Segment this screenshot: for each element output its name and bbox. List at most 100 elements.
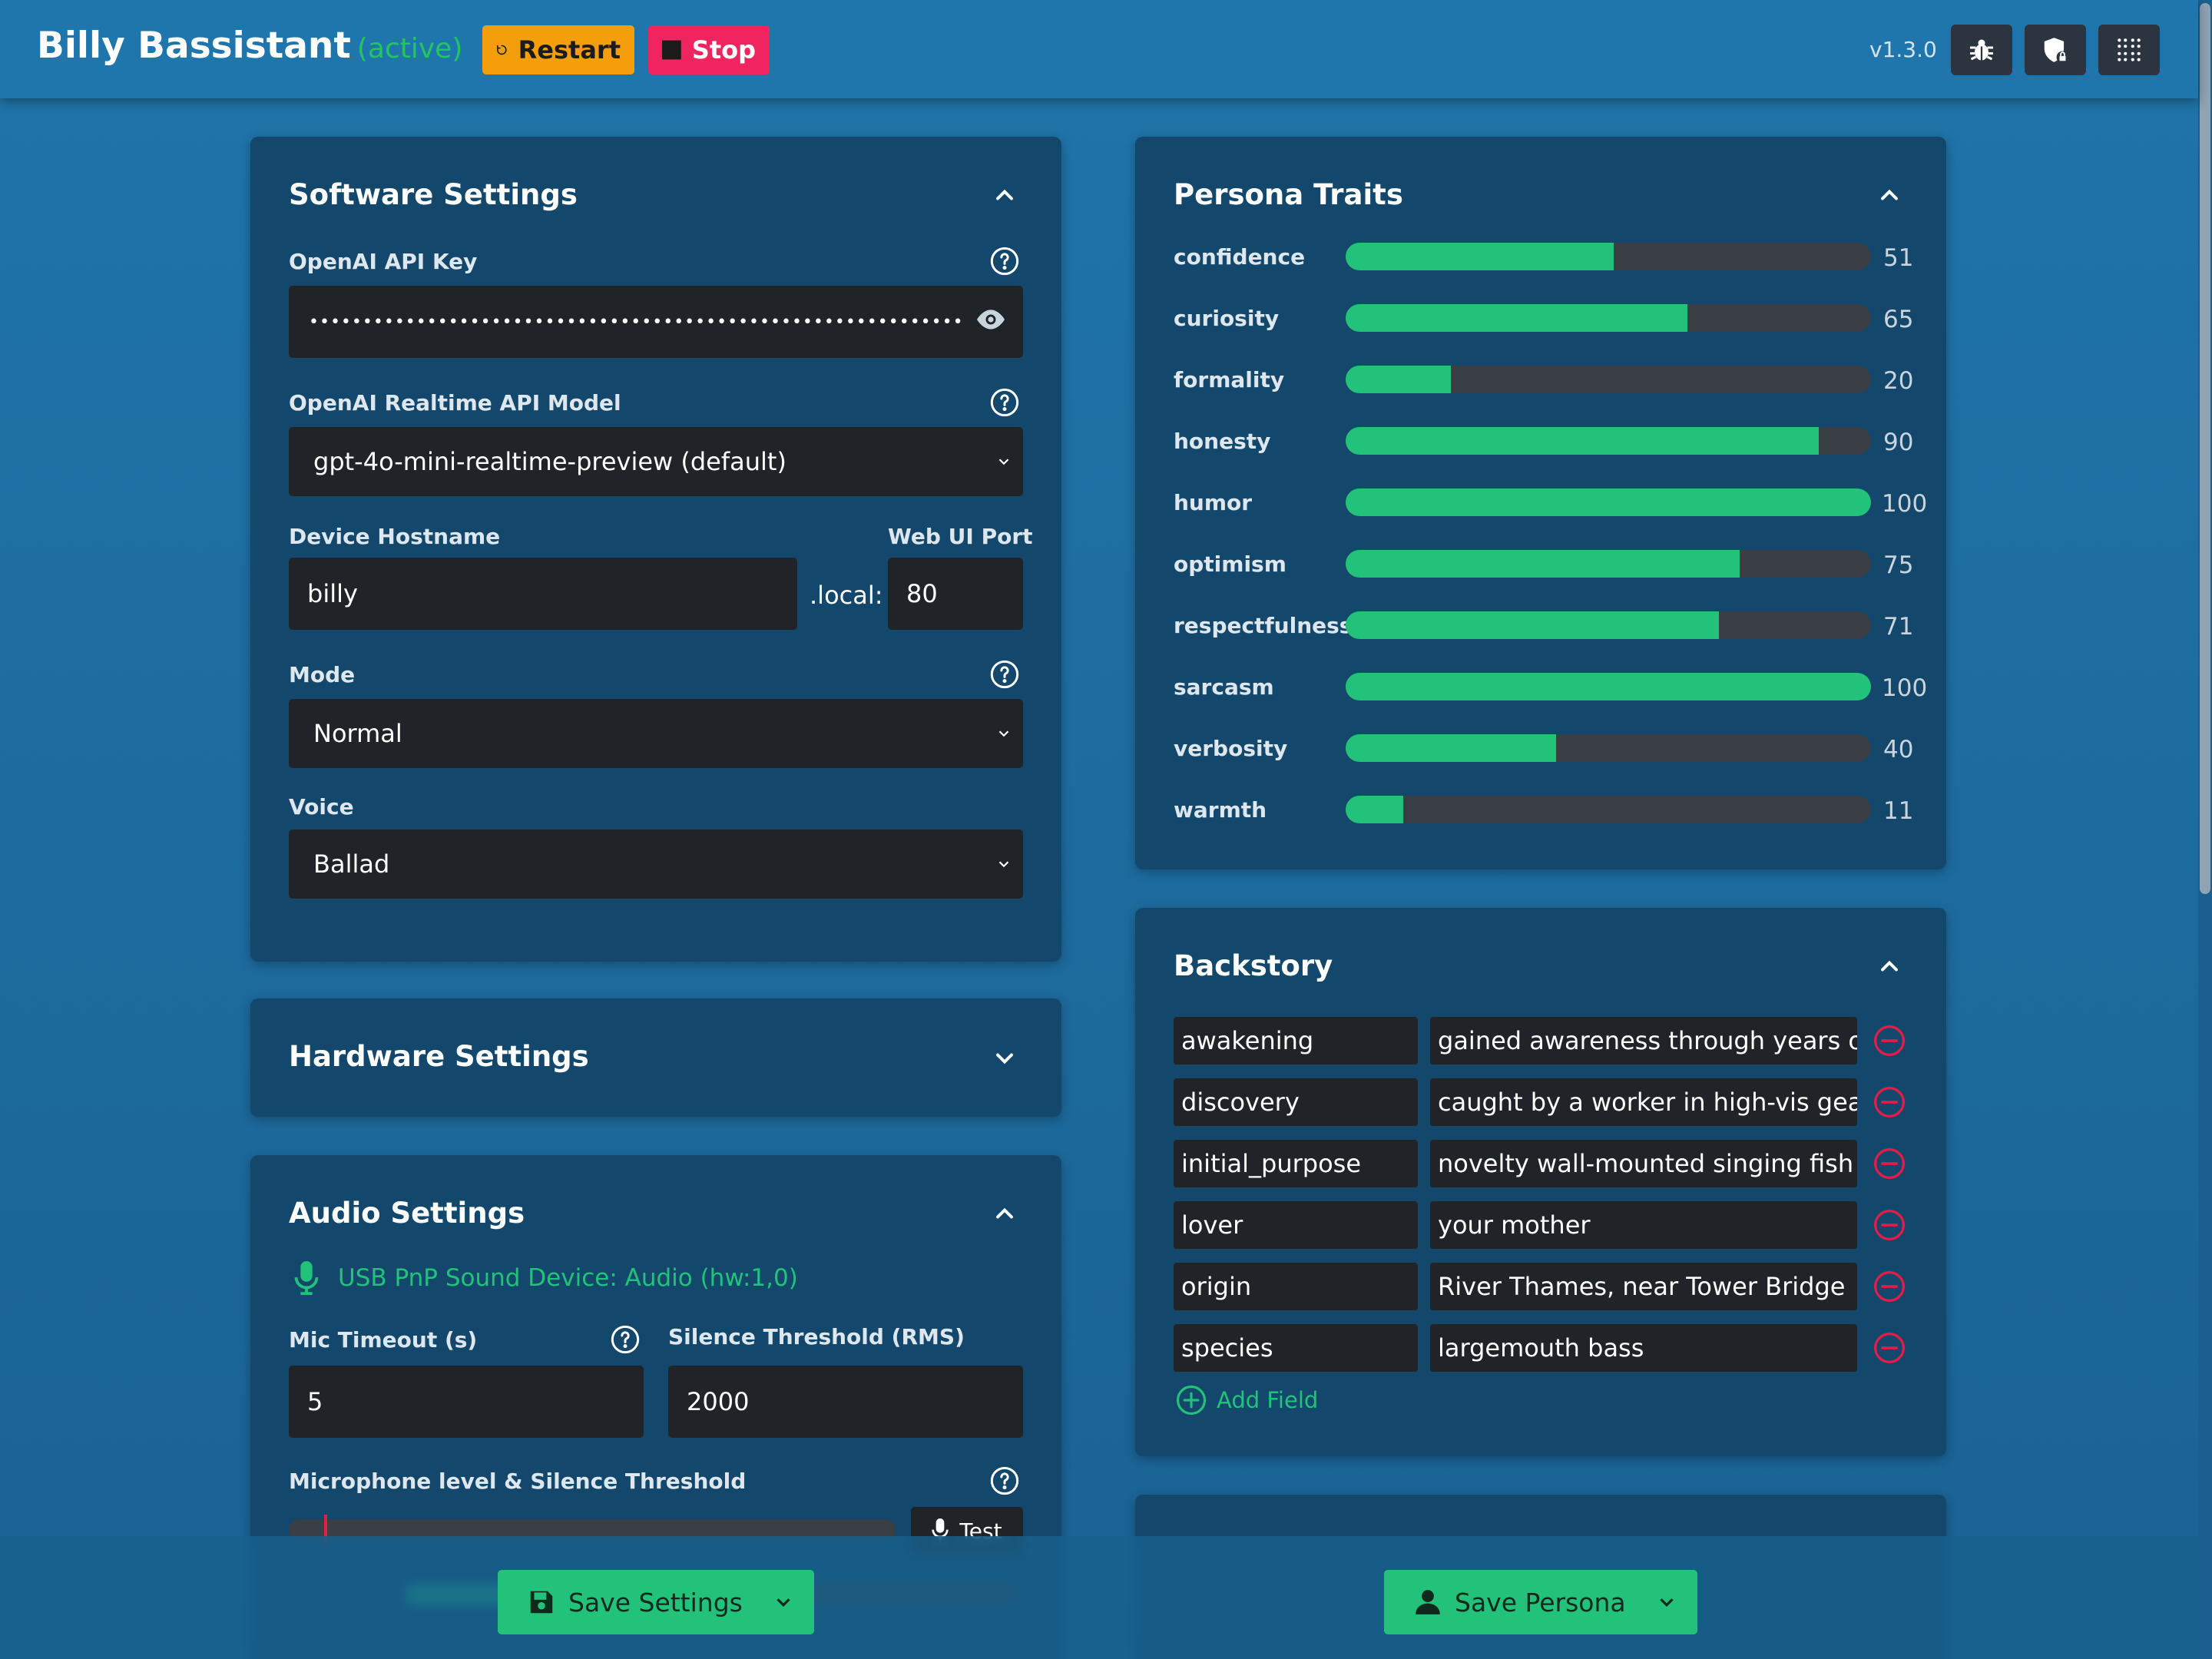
help-icon[interactable] bbox=[989, 387, 1020, 418]
security-button[interactable] bbox=[2025, 25, 2086, 75]
audio-device-name: USB PnP Sound Device: Audio (hw:1,0) bbox=[338, 1264, 798, 1292]
backstory-key-input[interactable]: awakening bbox=[1174, 1017, 1418, 1065]
trait-label: curiosity bbox=[1174, 306, 1280, 331]
trait-slider-fill bbox=[1346, 796, 1403, 823]
save-settings-dropdown[interactable] bbox=[753, 1570, 814, 1634]
hostname-suffix: .local: bbox=[810, 581, 883, 610]
trait-slider-fill bbox=[1346, 304, 1687, 332]
backstory-value-input[interactable]: largemouth bass bbox=[1430, 1324, 1857, 1372]
software-settings-title: Software Settings bbox=[289, 178, 578, 211]
backstory-key-input[interactable]: origin bbox=[1174, 1263, 1418, 1310]
save-persona-button[interactable]: Save Persona bbox=[1384, 1570, 1697, 1634]
hostname-label: Device Hostname bbox=[289, 524, 501, 549]
menu-button[interactable] bbox=[2098, 25, 2160, 75]
trait-slider-fill bbox=[1346, 427, 1819, 455]
remove-field-minus-icon[interactable] bbox=[1873, 1270, 1906, 1303]
mode-select[interactable]: Normal bbox=[289, 699, 1023, 768]
trait-slider-fill bbox=[1346, 243, 1614, 270]
trait-slider[interactable] bbox=[1346, 734, 1871, 762]
chevron-down-icon[interactable] bbox=[991, 1045, 1018, 1072]
trait-value: 100 bbox=[1882, 674, 1928, 702]
port-input[interactable]: 80 bbox=[888, 558, 1023, 630]
trait-value: 100 bbox=[1882, 490, 1928, 518]
trait-slider-fill bbox=[1346, 550, 1740, 578]
remove-field-minus-icon[interactable] bbox=[1873, 1024, 1906, 1058]
person-icon bbox=[1416, 1590, 1440, 1614]
model-select[interactable]: gpt-4o-mini-realtime-preview (default) bbox=[289, 427, 1023, 496]
silence-threshold-input[interactable]: 2000 bbox=[668, 1366, 1023, 1438]
help-icon[interactable] bbox=[989, 659, 1020, 690]
remove-field-minus-icon[interactable] bbox=[1873, 1208, 1906, 1242]
backstory-key-input[interactable]: initial_purpose bbox=[1174, 1140, 1418, 1187]
remove-field-minus-icon[interactable] bbox=[1873, 1331, 1906, 1365]
backstory-value-input[interactable]: River Thames, near Tower Bridge bbox=[1430, 1263, 1857, 1310]
restart-icon bbox=[497, 45, 507, 55]
trait-slider[interactable] bbox=[1346, 550, 1871, 578]
microphone-icon bbox=[294, 1261, 319, 1296]
trait-slider[interactable] bbox=[1346, 673, 1871, 700]
api-key-label: OpenAI API Key bbox=[289, 249, 478, 274]
trait-label: honesty bbox=[1174, 429, 1271, 454]
backstory-value-input[interactable]: novelty wall-mounted singing fish in t bbox=[1430, 1140, 1857, 1187]
floppy-disk-icon bbox=[530, 1591, 553, 1614]
chevron-up-icon[interactable] bbox=[991, 181, 1018, 209]
restart-button[interactable]: Restart bbox=[482, 25, 634, 75]
backstory-value-input[interactable]: your mother bbox=[1430, 1201, 1857, 1249]
stop-button[interactable]: Stop bbox=[648, 25, 770, 75]
chevron-down-icon bbox=[998, 459, 1009, 465]
backstory-key-input[interactable]: discovery bbox=[1174, 1078, 1418, 1126]
add-field-button[interactable]: Add Field bbox=[1175, 1384, 1318, 1416]
port-label: Web UI Port bbox=[888, 524, 1033, 549]
trait-slider[interactable] bbox=[1346, 796, 1871, 823]
trait-slider[interactable] bbox=[1346, 611, 1871, 639]
trait-slider[interactable] bbox=[1346, 366, 1871, 393]
top-bar: Billy Bassistant (active) Restart Stop v1… bbox=[0, 0, 2198, 98]
chevron-down-icon bbox=[1660, 1598, 1674, 1608]
remove-field-minus-icon[interactable] bbox=[1873, 1147, 1906, 1181]
trait-value: 75 bbox=[1883, 551, 1914, 579]
bottom-action-bar bbox=[0, 1536, 2198, 1659]
chevron-up-icon[interactable] bbox=[1876, 952, 1903, 980]
silence-threshold-label: Silence Threshold (RMS) bbox=[668, 1324, 965, 1349]
trait-slider-fill bbox=[1346, 611, 1719, 639]
audio-settings-title: Audio Settings bbox=[289, 1197, 525, 1230]
backstory-key-input[interactable]: species bbox=[1174, 1324, 1418, 1372]
trait-value: 20 bbox=[1883, 367, 1914, 395]
api-key-input[interactable]: ••••••••••••••••••••••••••••••••••••••••… bbox=[289, 286, 1023, 358]
chevron-up-icon[interactable] bbox=[991, 1200, 1018, 1227]
trait-slider[interactable] bbox=[1346, 304, 1871, 332]
shield-lock-icon bbox=[2044, 38, 2069, 64]
mic-level-label: Microphone level & Silence Threshold bbox=[289, 1469, 747, 1494]
voice-select[interactable]: Ballad bbox=[289, 830, 1023, 899]
trait-label: formality bbox=[1174, 367, 1285, 392]
trait-value: 71 bbox=[1883, 613, 1914, 641]
trait-value: 11 bbox=[1883, 797, 1914, 825]
help-icon[interactable] bbox=[989, 1465, 1020, 1496]
status-badge: (active) bbox=[356, 33, 463, 65]
version-label: v1.3.0 bbox=[1869, 37, 1937, 62]
help-icon[interactable] bbox=[989, 246, 1020, 276]
trait-slider-fill bbox=[1346, 734, 1556, 762]
backstory-key-input[interactable]: lover bbox=[1174, 1201, 1418, 1249]
trait-slider[interactable] bbox=[1346, 243, 1871, 270]
save-persona-dropdown[interactable] bbox=[1636, 1570, 1697, 1634]
hostname-input[interactable]: billy bbox=[289, 558, 797, 630]
chevron-up-icon[interactable] bbox=[1876, 181, 1903, 209]
trait-slider[interactable] bbox=[1346, 488, 1871, 516]
page-scrollbar-thumb[interactable] bbox=[2200, 3, 2210, 894]
trait-label: warmth bbox=[1174, 797, 1267, 823]
remove-field-minus-icon[interactable] bbox=[1873, 1085, 1906, 1119]
mic-timeout-input[interactable]: 5 bbox=[289, 1366, 644, 1438]
help-icon[interactable] bbox=[610, 1324, 641, 1355]
backstory-value-input[interactable]: caught by a worker in high-vis gear bbox=[1430, 1078, 1857, 1126]
trait-value: 40 bbox=[1883, 736, 1914, 763]
backstory-value-input[interactable]: gained awareness through years of ob bbox=[1430, 1017, 1857, 1065]
trait-slider-fill bbox=[1346, 673, 1871, 700]
trait-value: 90 bbox=[1883, 429, 1914, 456]
save-settings-button[interactable]: Save Settings bbox=[498, 1570, 814, 1634]
debug-button[interactable] bbox=[1951, 25, 2012, 75]
trait-slider[interactable] bbox=[1346, 427, 1871, 455]
show-password-eye-icon[interactable] bbox=[974, 306, 1008, 333]
chevron-down-icon bbox=[998, 861, 1009, 868]
trait-slider-fill bbox=[1346, 488, 1871, 516]
